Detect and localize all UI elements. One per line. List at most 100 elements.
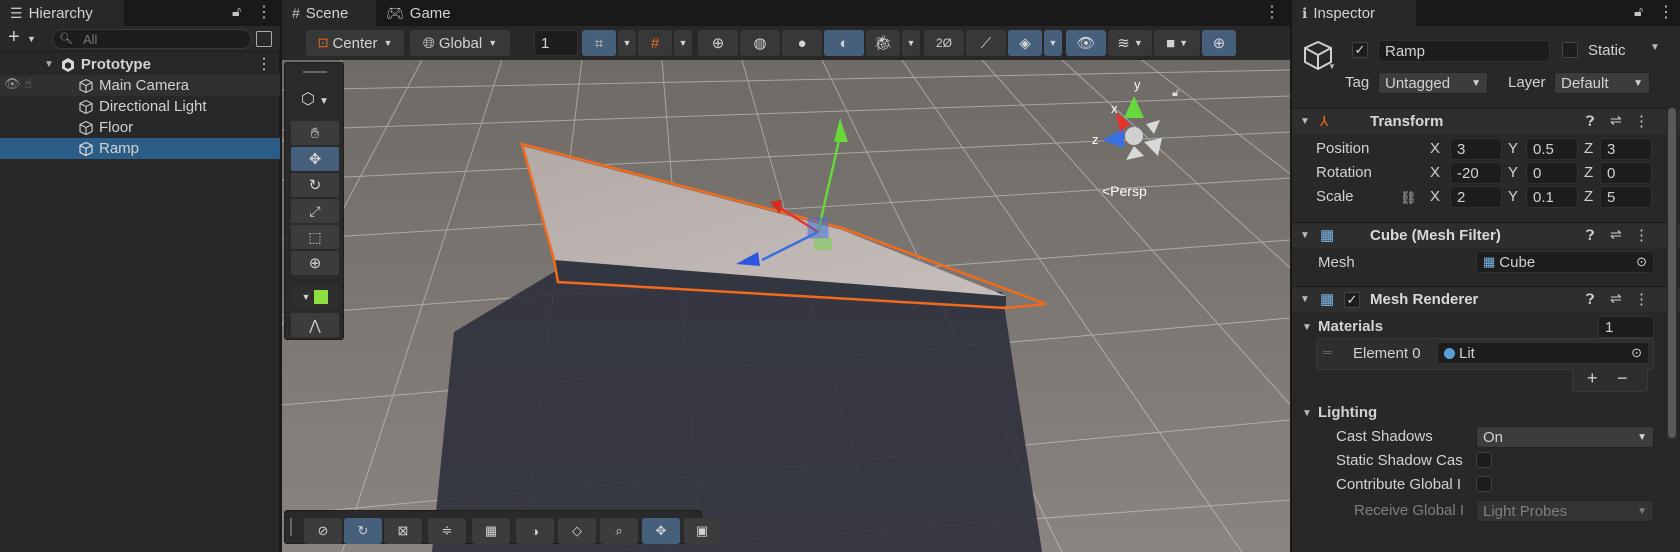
presets-sliders-icon[interactable]: ⇌	[1610, 226, 1622, 243]
increment-snap-dropdown[interactable]: ▼	[674, 30, 692, 56]
object-picker-icon[interactable]: ⊙	[1636, 254, 1647, 270]
position-y-field[interactable]: 0.5	[1526, 138, 1578, 160]
position-y-label[interactable]: Y	[1508, 140, 1518, 157]
visibility-eye-icon[interactable]: 👁︎	[4, 76, 21, 92]
static-checkbox[interactable]	[1562, 42, 1578, 58]
lighting-overlay-button[interactable]: ◑	[516, 518, 554, 544]
scrollbar-thumb[interactable]	[1668, 108, 1676, 438]
layers-button[interactable]: ≋ ▼	[1108, 30, 1152, 56]
grid-size-input[interactable]: 1	[534, 30, 578, 56]
position-z-label[interactable]: Z	[1584, 140, 1593, 157]
icon-picker-chevron-icon[interactable]: ▼	[1328, 62, 1336, 71]
tool-context-button[interactable]: ⬡ ▼	[301, 89, 329, 109]
component-menu-icon[interactable]: ⋮	[1634, 226, 1649, 244]
gizmos-toggle-button[interactable]: ⊕	[1202, 30, 1236, 56]
mesh-object-field[interactable]: ▦ Cube ⊙	[1476, 251, 1654, 273]
lighting-toggle-button[interactable]: ⟋	[966, 30, 1006, 56]
tab-scene[interactable]: # Scene	[282, 0, 376, 26]
tab-inspector[interactable]: ℹ Inspector	[1292, 0, 1416, 26]
materials-count-field[interactable]: 1	[1598, 316, 1654, 338]
materials-foldout-arrow-icon[interactable]: ▼	[1302, 322, 1312, 333]
scene-more-options-icon[interactable]: ⋮	[1264, 2, 1280, 22]
tag-dropdown[interactable]: Untagged ▼	[1378, 72, 1488, 94]
debug-draw-mode-button[interactable]: 🐞︎	[866, 30, 900, 56]
scale-y-field[interactable]: 0.1	[1526, 186, 1578, 208]
more-options-icon[interactable]: ⋮	[1658, 2, 1674, 22]
component-menu-icon[interactable]: ⋮	[1634, 112, 1649, 130]
position-x-field[interactable]: 3	[1450, 138, 1502, 160]
scale-x-label[interactable]: X	[1430, 188, 1440, 205]
move-overlay-button[interactable]: ✥	[642, 518, 680, 544]
custom-tool-button[interactable]: ▼	[291, 285, 339, 309]
layer-dropdown[interactable]: Default ▼	[1554, 72, 1650, 94]
static-dropdown-icon[interactable]: ▼	[1650, 42, 1660, 53]
expand-arrow-icon[interactable]: ▼	[44, 59, 54, 70]
unlit-shading-button[interactable]: ●	[782, 30, 822, 56]
overlay-drag-handle[interactable]	[303, 71, 327, 73]
mesh-renderer-enabled-checkbox[interactable]: ✓	[1344, 292, 1360, 308]
shaded-wireframe-button[interactable]: ◍	[740, 30, 780, 56]
bottom-overlay-handle[interactable]	[290, 518, 292, 536]
mesh-filter-header[interactable]: ▼ ▦ Cube (Mesh Filter) ❓︎ ⇌ ⋮	[1292, 222, 1680, 248]
rotation-z-field[interactable]: 0	[1600, 162, 1652, 184]
presets-sliders-icon[interactable]: ⇌	[1610, 290, 1622, 307]
hierarchy-item-floor[interactable]: Floor	[0, 117, 280, 138]
orbit-button[interactable]: ↻	[344, 518, 382, 544]
transform-header[interactable]: ▼ ⅄ Transform ❓︎ ⇌ ⋮	[1292, 108, 1680, 134]
foldout-arrow-icon[interactable]: ▼	[1300, 230, 1310, 241]
remove-element-minus-icon[interactable]: −	[1617, 368, 1628, 389]
help-icon[interactable]: ❓︎	[1586, 227, 1594, 244]
camera-preview-button[interactable]: ▣	[684, 518, 720, 544]
cast-shadows-dropdown[interactable]: On ▼	[1476, 426, 1654, 448]
pivot-center-dropdown[interactable]: ⊡ Center ▼	[306, 30, 404, 56]
mesh-renderer-header[interactable]: ▼ ▦ ✓ Mesh Renderer ❓︎ ⇌ ⋮	[1292, 286, 1680, 312]
scale-y-label[interactable]: Y	[1508, 188, 1518, 205]
rotation-z-label[interactable]: Z	[1584, 164, 1593, 181]
grid-snap-dropdown[interactable]: ▼	[618, 30, 636, 56]
effects-toggle-button[interactable]: ◈	[1008, 30, 1042, 56]
add-element-plus-icon[interactable]: +	[1587, 368, 1598, 389]
create-dropdown-icon[interactable]: ▼	[27, 34, 36, 44]
rect-tool-button[interactable]: ⬚	[291, 225, 339, 249]
2d-toggle-button[interactable]: 2Ø	[924, 30, 964, 56]
hierarchy-scene-root[interactable]: ▼ Prototype ⋮	[0, 54, 280, 75]
tab-game[interactable]: 🎮︎ Game	[376, 0, 466, 26]
position-x-label[interactable]: X	[1430, 140, 1440, 157]
rotation-y-field[interactable]: 0	[1526, 162, 1578, 184]
frame-selected-button[interactable]: ⊠	[384, 518, 422, 544]
contribute-gi-checkbox[interactable]	[1476, 476, 1492, 492]
navigation-compass-button[interactable]: ⊘	[304, 518, 342, 544]
grid-overlay-button[interactable]: ▦	[472, 518, 510, 544]
foldout-arrow-icon[interactable]: ▼	[1300, 116, 1310, 127]
material-object-field[interactable]: Lit ⊙	[1437, 342, 1649, 364]
hierarchy-search-input[interactable]: 🔍︎ All	[52, 29, 252, 49]
move-tool-button[interactable]: ✥	[291, 147, 339, 171]
increment-snap-button[interactable]: #	[638, 30, 672, 56]
lighting-label[interactable]: Lighting	[1318, 404, 1377, 421]
edit-vertices-button[interactable]: ⋀	[291, 313, 339, 337]
draw-mode-dropdown[interactable]: ▼	[902, 30, 920, 56]
hierarchy-item-directional-light[interactable]: Directional Light	[0, 96, 280, 117]
layers-overlay-button[interactable]: ◇	[558, 518, 596, 544]
scale-z-field[interactable]: 5	[1600, 186, 1652, 208]
scene-viewport[interactable]: y x z <Persp 🔓︎ ⬡ ▼ ✋︎ ✥ ↻ ⤢ ⬚ ⊕ ▼ ⋀	[282, 60, 1290, 552]
active-checkbox[interactable]: ✓	[1352, 42, 1368, 58]
scene-visibility-button[interactable]: 👁︎	[1066, 30, 1106, 56]
reorder-handle-icon[interactable]: ═	[1323, 345, 1332, 359]
pickable-hand-icon[interactable]: ☝︎	[24, 76, 32, 92]
rotate-tool-button[interactable]: ↻	[291, 173, 339, 197]
search-overlay-button[interactable]: ⌕	[600, 518, 638, 544]
more-options-icon[interactable]: ⋮	[256, 2, 272, 22]
lighting-foldout-arrow-icon[interactable]: ▼	[1302, 408, 1312, 419]
foldout-arrow-icon[interactable]: ▼	[1300, 294, 1310, 305]
rotation-x-label[interactable]: X	[1430, 164, 1440, 181]
hand-tool-button[interactable]: ✋︎	[291, 121, 339, 145]
lit-shading-button[interactable]: ◐	[824, 30, 864, 56]
space-global-dropdown[interactable]: 🌐︎ Global ▼	[410, 30, 510, 56]
help-icon[interactable]: ❓︎	[1586, 291, 1594, 308]
lock-icon[interactable]: 🔓︎	[232, 3, 241, 20]
wireframe-shading-button[interactable]: ⊕	[698, 30, 738, 56]
search-by-type-icon[interactable]	[256, 31, 272, 47]
static-shadow-caster-checkbox[interactable]	[1476, 452, 1492, 468]
scale-z-label[interactable]: Z	[1584, 188, 1593, 205]
